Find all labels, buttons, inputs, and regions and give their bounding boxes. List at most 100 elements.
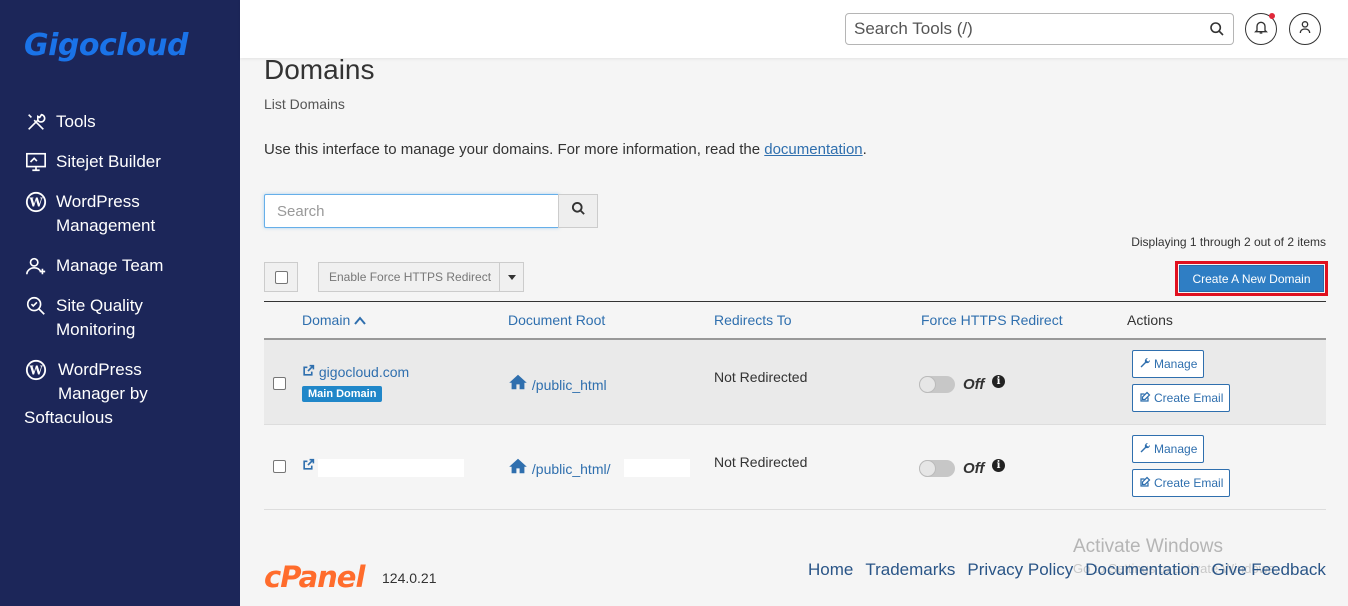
top-bar: Search Tools (/): [240, 0, 1348, 58]
intro-text: Use this interface to manage your domain…: [264, 141, 867, 158]
domain-search-input[interactable]: Search: [264, 194, 559, 228]
cpanel-logo[interactable]: cPanel: [264, 560, 365, 594]
header-redirects-to[interactable]: Redirects To: [714, 312, 792, 328]
create-email-label: Create Email: [1154, 391, 1224, 405]
sidebar-item-tools[interactable]: Tools: [24, 110, 234, 134]
sidebar-item-label: Tools: [56, 112, 96, 131]
row-checkbox[interactable]: [273, 460, 286, 473]
footer-link-privacy[interactable]: Privacy Policy: [967, 560, 1073, 580]
sidebar-item-manage-team[interactable]: Manage Team: [24, 254, 234, 278]
domain-search-placeholder: Search: [277, 203, 325, 220]
documentation-link[interactable]: documentation: [764, 141, 862, 158]
monitor-icon: [24, 150, 48, 174]
sidebar-item-label: Monitoring: [56, 320, 136, 339]
manage-button[interactable]: Manage: [1132, 350, 1205, 378]
redacted-domain: [318, 459, 464, 477]
info-icon[interactable]: i: [992, 375, 1005, 388]
sidebar: Gigocloud Tools Sitejet Builder W WordPr…: [0, 0, 240, 606]
create-email-button[interactable]: Create Email: [1132, 469, 1231, 497]
force-https-toggle[interactable]: [919, 460, 955, 477]
domain-link[interactable]: gigocloud.com: [302, 364, 409, 380]
svg-text:W: W: [28, 196, 43, 210]
notification-dot: [1269, 13, 1275, 19]
sidebar-item-label: WordPress: [56, 192, 140, 211]
select-all-checkbox[interactable]: [264, 262, 298, 292]
cpanel-version: 124.0.21: [382, 570, 437, 586]
sidebar-item-label: WordPress: [58, 360, 142, 379]
force-https-state: Off: [963, 460, 985, 477]
intro-text-end: .: [862, 141, 867, 158]
domain-search-button[interactable]: [558, 194, 598, 228]
force-https-state: Off: [963, 376, 985, 393]
footer-link-feedback[interactable]: Give Feedback: [1212, 560, 1326, 580]
table-row: gigocloud.com Main Domain /public_html N…: [264, 340, 1326, 425]
home-icon: [508, 458, 528, 477]
sidebar-item-wordpress-management[interactable]: W WordPress Management: [24, 190, 234, 238]
sort-asc-icon: [354, 312, 366, 328]
create-new-domain-button[interactable]: Create A New Domain: [1179, 265, 1324, 292]
create-domain-highlight: Create A New Domain: [1175, 261, 1328, 296]
domain-cell: [302, 458, 315, 474]
external-link-icon: [302, 458, 315, 474]
domains-table: Domain Document Root Redirects To Force …: [264, 301, 1326, 510]
footer-link-documentation[interactable]: Documentation: [1085, 560, 1199, 580]
enable-force-https-button[interactable]: Enable Force HTTPS Redirect: [318, 262, 524, 292]
force-https-toggle[interactable]: [919, 376, 955, 393]
sidebar-item-label: Softaculous: [24, 408, 113, 427]
magnifier-check-icon: [24, 294, 48, 318]
docroot-link[interactable]: /public_html/: [508, 458, 611, 477]
wrench-icon: [1139, 442, 1154, 457]
docroot-cell: /public_html/: [508, 458, 610, 477]
sidebar-nav: Tools Sitejet Builder W WordPress Managem…: [24, 110, 234, 446]
table-header: Domain Document Root Redirects To Force …: [264, 302, 1326, 340]
bell-icon: [1253, 19, 1269, 40]
search-tools-placeholder: Search Tools (/): [854, 19, 973, 38]
notifications-button[interactable]: [1245, 13, 1277, 45]
page-subtitle: List Domains: [264, 96, 345, 112]
main-domain-badge: Main Domain: [302, 386, 383, 402]
activate-windows-title: Activate Windows: [1073, 536, 1223, 557]
search-icon[interactable]: [1209, 21, 1225, 42]
sidebar-item-wordpress-softaculous[interactable]: W WordPress Manager by Softaculous: [24, 358, 234, 430]
svg-text:W: W: [28, 364, 43, 378]
gigocloud-logo[interactable]: Gigocloud: [24, 28, 189, 63]
info-icon[interactable]: i: [992, 459, 1005, 472]
header-document-root[interactable]: Document Root: [508, 312, 605, 328]
search-icon: [571, 201, 586, 221]
footer-link-trademarks[interactable]: Trademarks: [865, 560, 955, 580]
header-force-https[interactable]: Force HTTPS Redirect: [921, 312, 1063, 328]
domain-link[interactable]: [302, 458, 315, 474]
user-menu-button[interactable]: [1289, 13, 1321, 45]
manage-label: Manage: [1154, 357, 1198, 371]
edit-icon: [1139, 391, 1154, 406]
sidebar-item-site-quality[interactable]: Site Quality Monitoring: [24, 294, 234, 342]
sidebar-item-label: Site Quality: [56, 296, 143, 315]
header-domain-label: Domain: [302, 312, 351, 328]
user-icon: [1297, 19, 1313, 40]
docroot-cell: /public_html: [508, 374, 607, 393]
header-actions: Actions: [1127, 312, 1173, 328]
header-domain[interactable]: Domain: [302, 312, 366, 328]
caret-down-icon[interactable]: [499, 263, 523, 291]
page-title: Domains: [264, 54, 375, 85]
intro-text-body: Use this interface to manage your domain…: [264, 141, 765, 158]
external-link-icon: [302, 364, 315, 380]
footer-links: Home Trademarks Privacy Policy Documenta…: [808, 560, 1326, 580]
row-checkbox[interactable]: [273, 377, 286, 390]
search-tools-input[interactable]: Search Tools (/): [845, 13, 1234, 45]
docroot-link[interactable]: /public_html: [508, 374, 607, 393]
domain-name: gigocloud.com: [318, 364, 410, 380]
pagination-summary: Displaying 1 through 2 out of 2 items: [1131, 235, 1326, 249]
tools-icon: [24, 110, 48, 134]
footer-link-home[interactable]: Home: [808, 560, 853, 580]
manage-label: Manage: [1154, 442, 1198, 456]
table-row: /public_html/ Not Redirected Off i Manag…: [264, 425, 1326, 510]
wrench-icon: [1139, 357, 1154, 372]
docroot-path: /public_html/: [531, 461, 611, 477]
sidebar-item-sitejet[interactable]: Sitejet Builder: [24, 150, 234, 174]
checkbox-box: [274, 270, 288, 284]
redacted-docroot: [624, 459, 690, 477]
manage-button[interactable]: Manage: [1132, 435, 1205, 463]
sidebar-item-label: Management: [56, 216, 156, 235]
create-email-button[interactable]: Create Email: [1132, 384, 1231, 412]
